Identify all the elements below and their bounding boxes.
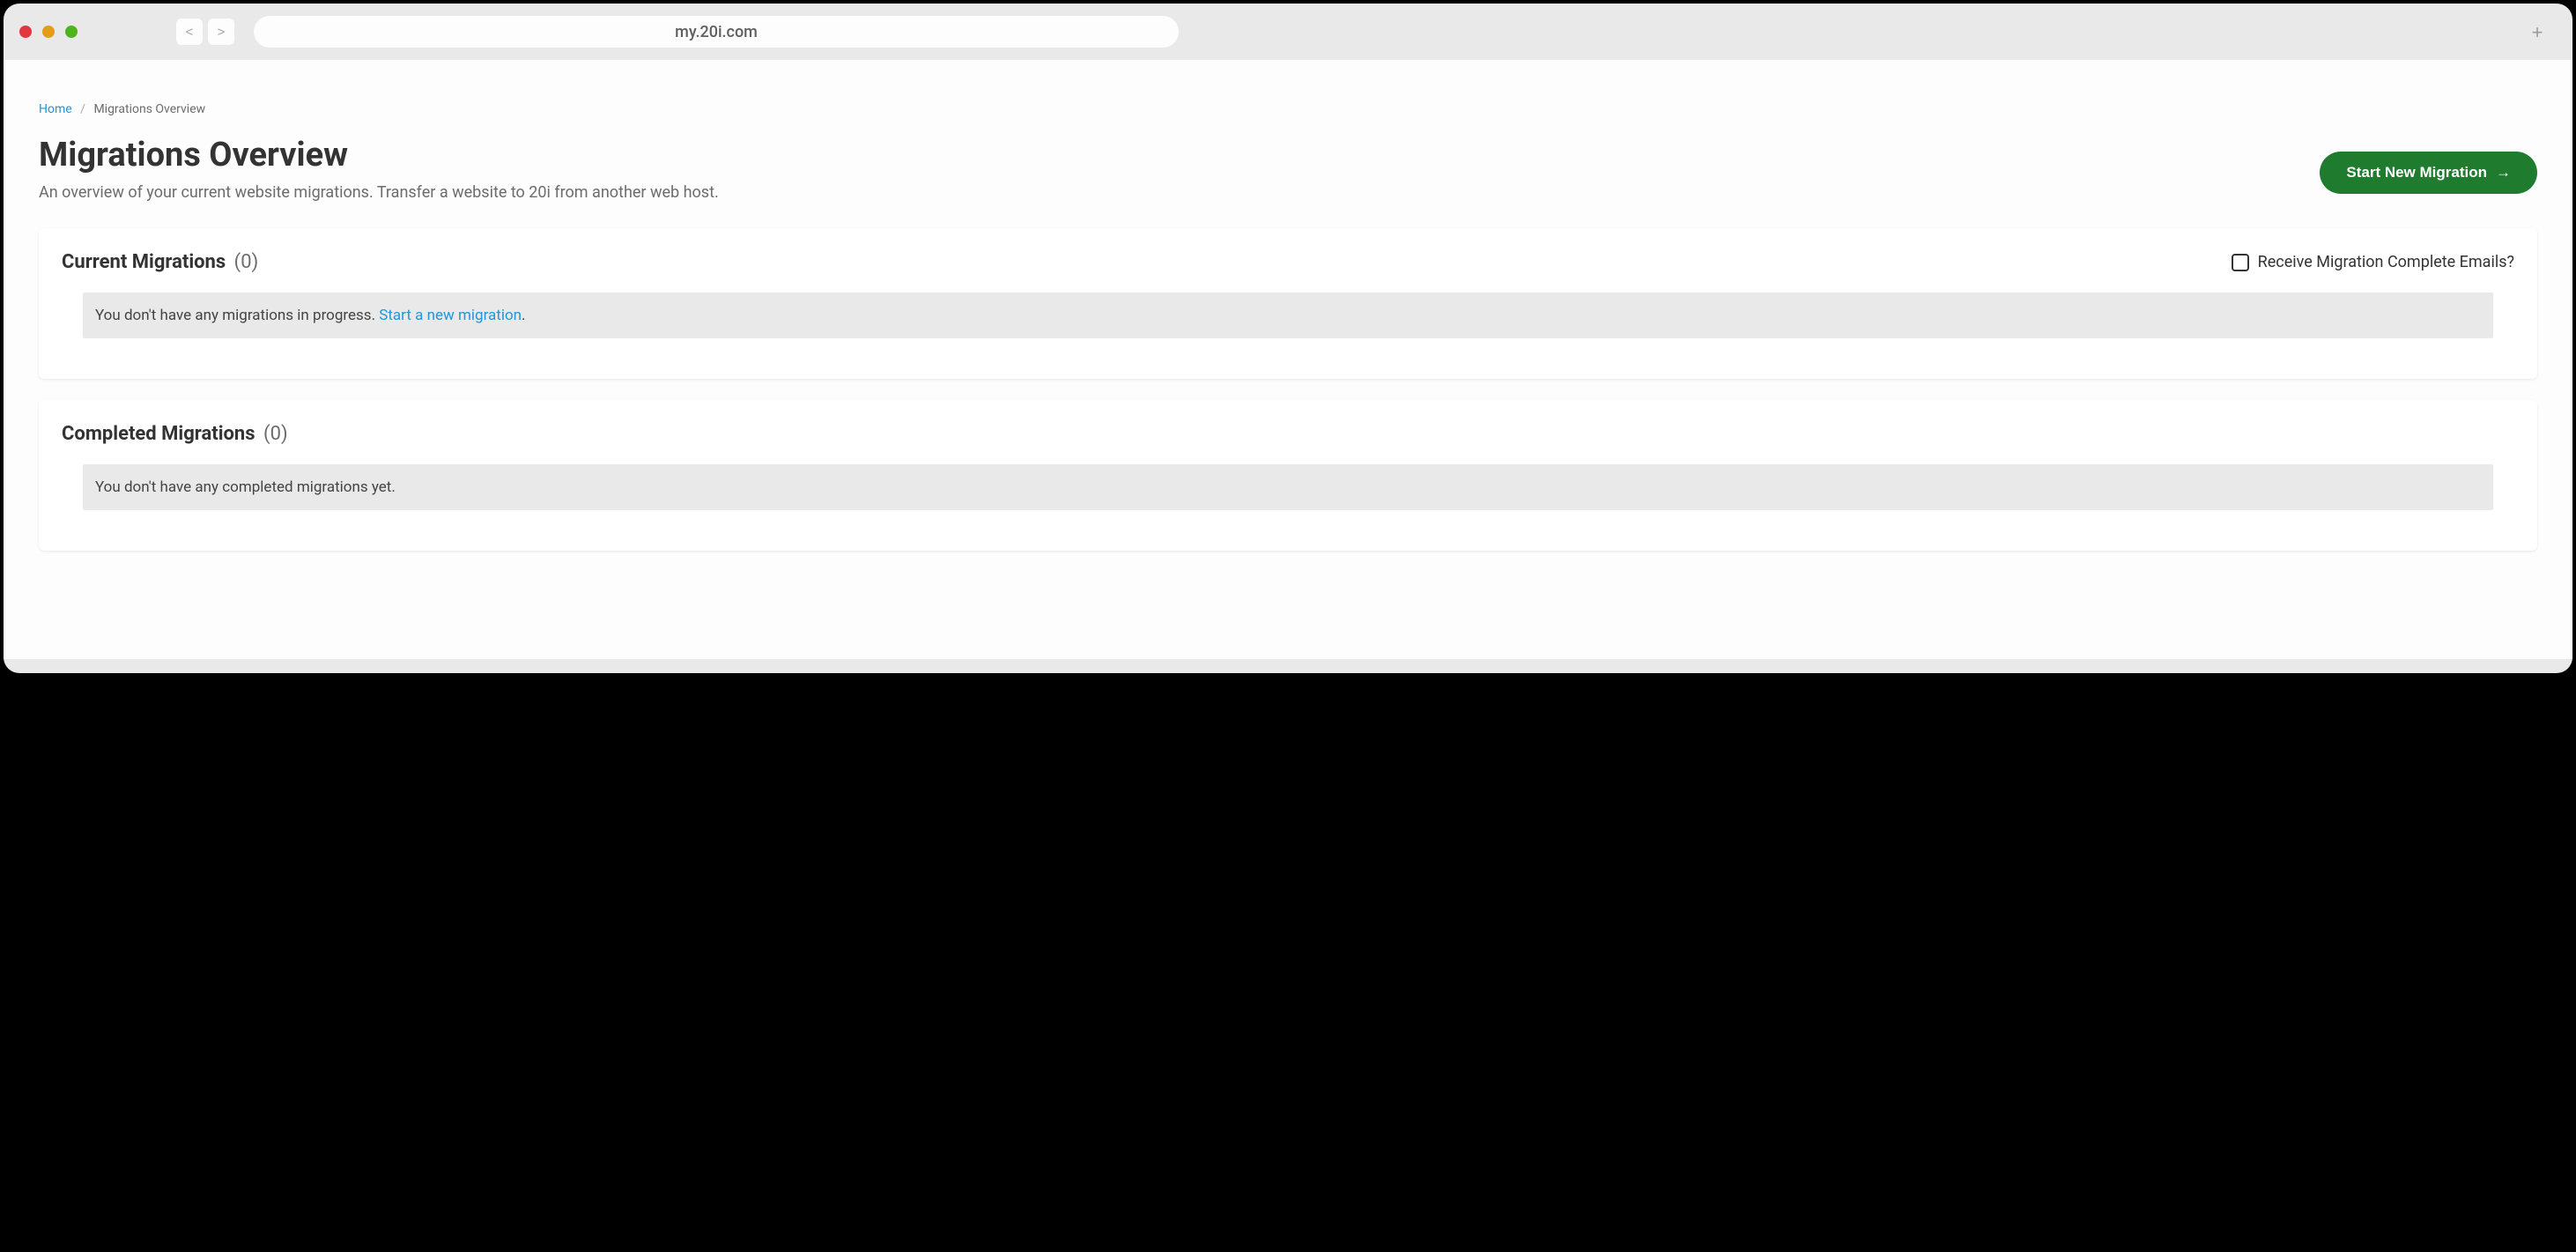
breadcrumb-current: Migrations Overview xyxy=(93,102,205,116)
current-empty-suffix: . xyxy=(522,307,525,324)
receive-emails-label: Receive Migration Complete Emails? xyxy=(2258,253,2514,271)
completed-title-text: Completed Migrations xyxy=(62,423,255,445)
current-title-text: Current Migrations xyxy=(62,251,226,273)
completed-count: (0) xyxy=(263,423,288,445)
breadcrumb: Home / Migrations Overview xyxy=(39,102,2537,116)
start-new-migration-button[interactable]: Start New Migration → xyxy=(2320,152,2537,194)
nav-buttons: < > xyxy=(176,19,234,45)
window-close-icon[interactable] xyxy=(19,26,32,38)
completed-empty-text: You don't have any completed migrations … xyxy=(95,478,396,496)
url-text: my.20i.com xyxy=(675,23,758,41)
traffic-lights xyxy=(19,26,78,38)
arrow-right-icon: → xyxy=(2496,164,2511,182)
forward-button[interactable]: > xyxy=(208,19,234,45)
current-migrations-panel: Current Migrations (0) Receive Migration… xyxy=(39,228,2537,379)
completed-empty-state: You don't have any completed migrations … xyxy=(83,464,2493,510)
back-button[interactable]: < xyxy=(176,19,203,45)
page-header: Migrations Overview An overview of your … xyxy=(39,136,2537,202)
start-button-label: Start New Migration xyxy=(2346,164,2487,182)
page-title: Migrations Overview xyxy=(39,136,719,174)
window-maximize-icon[interactable] xyxy=(65,26,78,38)
browser-window: < > my.20i.com + Home / Migrations Overv… xyxy=(4,4,2572,673)
page-subtitle: An overview of your current website migr… xyxy=(39,183,719,202)
current-migrations-title: Current Migrations (0) xyxy=(62,251,258,273)
current-empty-state: You don't have any migrations in progres… xyxy=(83,293,2493,338)
current-panel-header: Current Migrations (0) Receive Migration… xyxy=(62,251,2514,273)
breadcrumb-home-link[interactable]: Home xyxy=(39,102,72,116)
receive-emails-checkbox-wrap[interactable]: Receive Migration Complete Emails? xyxy=(2232,253,2514,271)
completed-migrations-panel: Completed Migrations (0) You don't have … xyxy=(39,400,2537,551)
checkbox-icon[interactable] xyxy=(2232,254,2249,271)
page-header-text: Migrations Overview An overview of your … xyxy=(39,136,719,202)
window-minimize-icon[interactable] xyxy=(42,26,55,38)
browser-chrome: < > my.20i.com + xyxy=(4,4,2572,60)
breadcrumb-separator: / xyxy=(80,102,85,116)
url-bar[interactable]: my.20i.com xyxy=(254,16,1179,48)
completed-panel-header: Completed Migrations (0) xyxy=(62,423,2514,445)
completed-migrations-title: Completed Migrations (0) xyxy=(62,423,288,445)
page-content: Home / Migrations Overview Migrations Ov… xyxy=(4,60,2572,659)
current-empty-prefix: You don't have any migrations in progres… xyxy=(95,307,379,324)
start-new-migration-link[interactable]: Start a new migration xyxy=(379,307,522,324)
new-tab-button[interactable]: + xyxy=(2527,21,2548,42)
current-count: (0) xyxy=(234,251,259,273)
